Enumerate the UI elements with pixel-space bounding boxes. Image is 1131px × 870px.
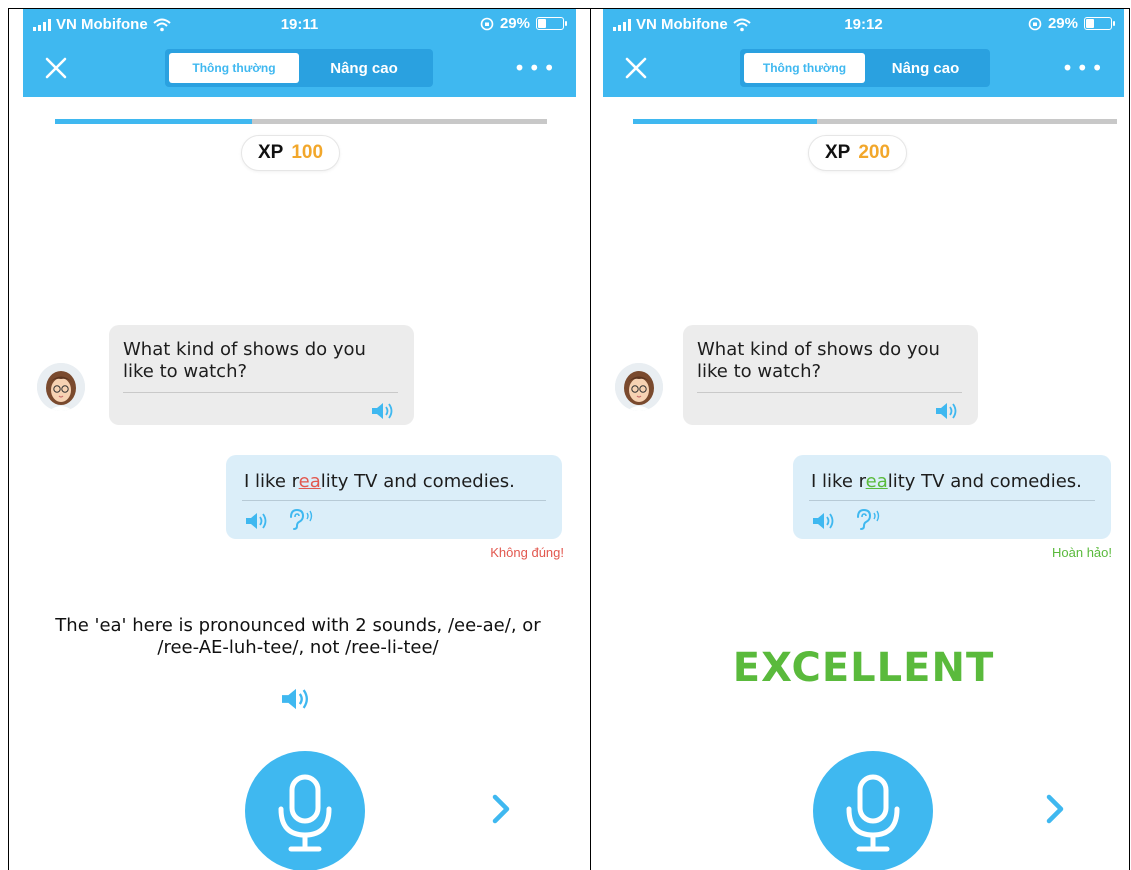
battery-status: 29% xyxy=(480,15,567,32)
battery-icon xyxy=(536,17,567,30)
bubble-divider xyxy=(242,500,546,501)
mode-toggle: Thông thường Nâng cao xyxy=(740,49,990,87)
avatar xyxy=(37,363,85,411)
status-bar: VN Mobifone 19:12 29% xyxy=(603,9,1124,39)
question-text: What kind of shows do you like to watch? xyxy=(697,339,940,382)
ear-icon[interactable] xyxy=(853,507,883,531)
answer-bubble: I like reality TV and comedies. xyxy=(226,455,562,539)
battery-percent: 29% xyxy=(499,15,530,32)
xp-value: 200 xyxy=(858,142,891,163)
progress-fill xyxy=(55,119,252,124)
result-label: Hoàn hảo! xyxy=(1052,545,1112,560)
microphone-icon xyxy=(846,774,900,852)
xp-badge: XP 100 xyxy=(241,135,341,171)
avatar-face-icon xyxy=(37,363,85,411)
mode-toggle: Thông thường Nâng cao xyxy=(165,49,433,87)
record-button[interactable] xyxy=(245,751,365,870)
tab-normal[interactable]: Thông thường xyxy=(169,53,299,83)
microphone-icon xyxy=(278,774,332,852)
answer-text-before: I like r xyxy=(811,471,866,492)
record-button[interactable] xyxy=(813,751,933,870)
ear-icon[interactable] xyxy=(286,507,316,531)
pronunciation-explanation: The 'ea' here is pronounced with 2 sound… xyxy=(55,615,541,658)
avatar xyxy=(615,363,663,411)
progress-fill xyxy=(633,119,817,124)
phone-screen-right: VN Mobifone 19:12 29% Thông thường Nâng … xyxy=(603,9,1124,870)
feedback-banner: EXCELLENT xyxy=(732,645,995,691)
answer-text: I like reality TV and comedies. xyxy=(811,471,1082,492)
status-bar: VN Mobifone 19:11 29% xyxy=(23,9,576,39)
battery-percent: 29% xyxy=(1047,15,1078,32)
screenshot-left: VN Mobifone 19:11 29% Thông thường Nâng … xyxy=(8,8,591,870)
screenshot-right: VN Mobifone 19:12 29% Thông thường Nâng … xyxy=(590,8,1130,870)
answer-text-before: I like r xyxy=(244,471,299,492)
question-bubble: What kind of shows do you like to watch? xyxy=(683,325,978,425)
speaker-icon[interactable] xyxy=(370,400,396,422)
chevron-right-icon[interactable] xyxy=(486,789,516,829)
xp-badge: XP 200 xyxy=(808,135,908,171)
tab-advanced[interactable]: Nâng cao xyxy=(865,53,986,83)
result-label: Không đúng! xyxy=(490,545,564,560)
answer-highlight: ea xyxy=(298,471,321,492)
bubble-divider xyxy=(697,392,962,393)
chevron-right-icon[interactable] xyxy=(1040,789,1070,829)
answer-highlight: ea xyxy=(865,471,888,492)
orientation-lock-icon xyxy=(480,17,494,30)
top-nav: Thông thường Nâng cao ••• xyxy=(603,39,1124,97)
more-icon[interactable]: ••• xyxy=(514,58,558,78)
answer-text: I like reality TV and comedies. xyxy=(244,471,515,492)
speaker-icon[interactable] xyxy=(934,400,960,422)
question-text: What kind of shows do you like to watch? xyxy=(123,339,366,382)
more-icon[interactable]: ••• xyxy=(1062,58,1106,78)
close-icon[interactable] xyxy=(41,53,71,83)
tab-advanced[interactable]: Nâng cao xyxy=(299,53,429,83)
xp-label: XP xyxy=(258,142,284,163)
speaker-icon[interactable] xyxy=(244,510,270,532)
answer-text-after: lity TV and comedies. xyxy=(887,471,1082,492)
battery-status: 29% xyxy=(1028,15,1115,32)
xp-value: 100 xyxy=(291,142,324,163)
close-icon[interactable] xyxy=(621,53,651,83)
bubble-divider xyxy=(123,392,398,393)
speaker-icon[interactable] xyxy=(811,510,837,532)
speaker-icon[interactable] xyxy=(279,685,313,713)
tab-normal[interactable]: Thông thường xyxy=(744,53,865,83)
answer-bubble: I like reality TV and comedies. xyxy=(793,455,1111,539)
phone-screen-left: VN Mobifone 19:11 29% Thông thường Nâng … xyxy=(23,9,576,870)
lesson-progress-bar xyxy=(633,119,1117,124)
battery-icon xyxy=(1084,17,1115,30)
question-bubble: What kind of shows do you like to watch? xyxy=(109,325,414,425)
top-nav: Thông thường Nâng cao ••• xyxy=(23,39,576,97)
bubble-divider xyxy=(809,500,1095,501)
xp-label: XP xyxy=(825,142,851,163)
lesson-progress-bar xyxy=(55,119,547,124)
orientation-lock-icon xyxy=(1028,17,1042,30)
answer-text-after: lity TV and comedies. xyxy=(320,471,515,492)
avatar-face-icon xyxy=(615,363,663,411)
